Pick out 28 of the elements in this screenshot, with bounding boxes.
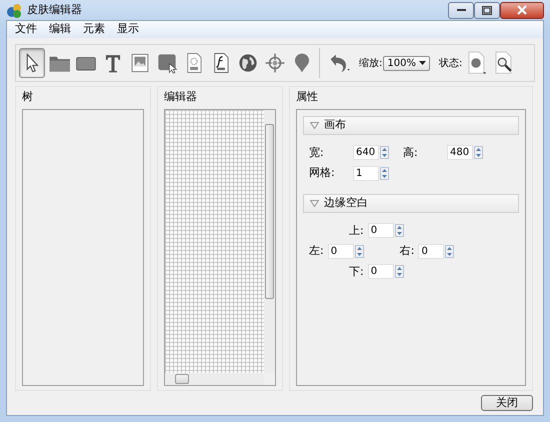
section-header[interactable]: 画布 bbox=[303, 116, 519, 134]
number-field[interactable]: 0 bbox=[328, 244, 354, 259]
window-title: 皮肤编辑器 bbox=[27, 2, 82, 18]
field-label: 右: bbox=[400, 243, 414, 259]
number-field[interactable]: 480 bbox=[447, 145, 473, 160]
field-label: 下: bbox=[349, 264, 364, 280]
menu-item[interactable]: 文件 bbox=[9, 21, 43, 38]
zoom-label: 缩放: bbox=[359, 56, 382, 70]
menu-item[interactable]: 编辑 bbox=[43, 21, 77, 38]
field-label: 宽: bbox=[309, 144, 325, 160]
panel-title: 属性 bbox=[296, 89, 319, 105]
panel-title: 树 bbox=[22, 89, 34, 105]
field-label: 高: bbox=[403, 144, 419, 160]
close-button[interactable]: 关闭 bbox=[481, 395, 533, 411]
field-label: 左: bbox=[309, 243, 324, 259]
panel-title: 编辑器 bbox=[164, 89, 198, 105]
number-field[interactable]: 0 bbox=[368, 264, 394, 280]
zoom-dropdown[interactable]: 100% bbox=[383, 56, 430, 70]
state-label: 状态: bbox=[438, 56, 462, 70]
section-header[interactable]: 边缘空白 bbox=[303, 194, 519, 212]
number-field[interactable]: 0 bbox=[368, 223, 394, 238]
field-label: 网格: bbox=[309, 165, 336, 181]
number-field[interactable]: 1 bbox=[353, 166, 379, 181]
menu-item[interactable]: 元素 bbox=[77, 21, 111, 38]
number-field[interactable]: 640 bbox=[353, 145, 379, 160]
field-label: 上: bbox=[349, 222, 364, 238]
menu-item[interactable]: 显示 bbox=[111, 21, 145, 38]
number-field[interactable]: 0 bbox=[418, 244, 444, 259]
